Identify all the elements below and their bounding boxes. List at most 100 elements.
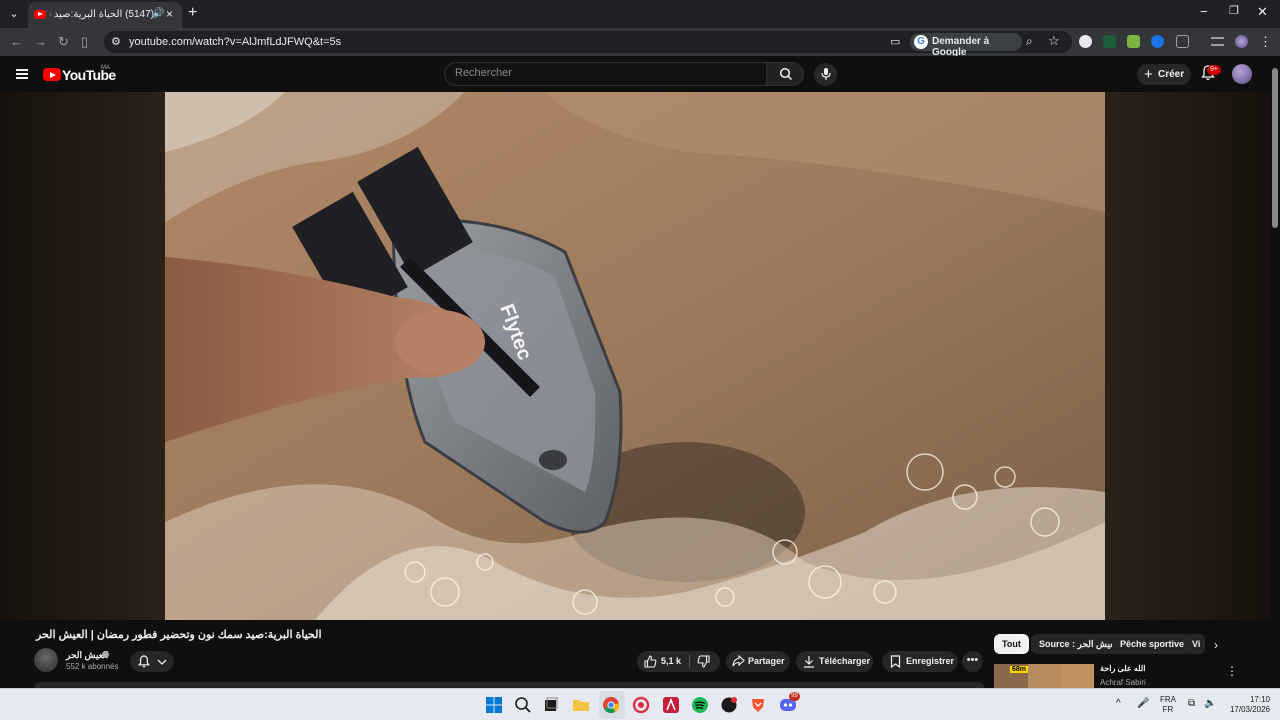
minimize-button[interactable]: − [1200, 4, 1208, 19]
plus-icon: + [1144, 66, 1153, 83]
reading-list-icon[interactable] [1211, 37, 1224, 46]
channel-avatar[interactable] [34, 648, 58, 672]
microphone-tray-icon[interactable]: 🎤 [1137, 698, 1149, 709]
opera-gx-icon[interactable] [631, 695, 651, 715]
app-black-circle-icon[interactable] [719, 695, 739, 715]
like-dislike-group: 5,1 k [637, 651, 720, 672]
video-player[interactable]: Flytec [0, 92, 1270, 620]
download-button[interactable]: Télécharger [796, 651, 873, 672]
window-close-button[interactable]: ✕ [1257, 4, 1268, 20]
country-code: MA [101, 65, 110, 71]
profile-avatar-icon[interactable] [1235, 35, 1248, 48]
save-button[interactable]: Enregistrer [882, 651, 958, 672]
input-language-indicator[interactable]: FRA FR [1160, 695, 1176, 715]
extension-icon[interactable] [1151, 35, 1164, 48]
network-icon[interactable]: ⧉ [1188, 698, 1195, 709]
address-url[interactable]: youtube.com/watch?v=AlJmfLdJFWQ&t=5s [129, 36, 341, 48]
back-arrow-icon[interactable]: ← [10, 34, 23, 49]
search-input[interactable] [455, 67, 755, 79]
chrome-icon[interactable] [601, 695, 621, 715]
bookmark-icon [890, 655, 901, 668]
app-a-icon[interactable] [661, 695, 681, 715]
chevron-right-icon[interactable]: › [1214, 638, 1218, 652]
share-arrow-icon [732, 655, 745, 667]
discord-badge: 99 [789, 692, 800, 701]
search-box [444, 62, 766, 86]
extension-icon[interactable] [1103, 35, 1116, 48]
create-label: Créer [1158, 69, 1185, 80]
hamburger-menu-icon[interactable] [16, 69, 28, 79]
browser-tab-youtube[interactable]: (5147) الحياة البرية:صيد سمك 🔊 × [28, 2, 182, 28]
recommended-video-title[interactable]: الله على راحة [1100, 664, 1145, 673]
install-app-icon[interactable]: ▭ [890, 35, 900, 48]
zoom-icon[interactable]: ⌕ [1026, 34, 1033, 49]
search-icon[interactable] [513, 695, 533, 715]
account-avatar[interactable] [1232, 64, 1252, 84]
new-tab-button[interactable]: + [188, 4, 197, 22]
forward-arrow-icon[interactable]: → [34, 34, 47, 49]
share-label: Partager [748, 656, 785, 666]
task-view-icon[interactable] [541, 695, 561, 715]
chip-sport-fishing[interactable]: Pêche sportive [1112, 634, 1193, 654]
bookmark-star-icon[interactable]: ☆ [1048, 33, 1060, 49]
clock-time: 17:10 [1249, 695, 1270, 704]
extension-icon[interactable] [1079, 35, 1092, 48]
share-button[interactable]: Partager [726, 651, 790, 672]
recommended-video-channel[interactable]: Achraf Sabiri [1100, 678, 1146, 687]
tab-search-icon[interactable]: ⌄ [6, 6, 22, 22]
reload-icon[interactable]: ↻ [58, 34, 69, 50]
ask-google-label: Demander à Google [932, 36, 990, 58]
more-actions-icon[interactable]: ••• [962, 651, 983, 672]
chip-truncated[interactable]: Vi [1187, 634, 1205, 654]
thumb-face [1028, 664, 1061, 688]
youtube-header: YouTube MA + Créer 9+ [0, 56, 1280, 92]
subscribed-notification-button[interactable] [130, 651, 174, 672]
thumbs-down-icon[interactable] [697, 655, 710, 668]
youtube-logo-icon[interactable] [43, 68, 61, 81]
restore-button[interactable]: ❐ [1229, 4, 1239, 17]
clock-date: 17/03/2026 [1229, 705, 1270, 714]
like-count[interactable]: 5,1 k [661, 656, 681, 666]
brave-icon[interactable] [748, 695, 768, 715]
file-explorer-icon[interactable] [571, 695, 591, 715]
download-label: Télécharger [819, 656, 871, 666]
system-clock[interactable]: 17:10 17/03/2026 [1226, 695, 1270, 715]
google-lens-icon: G [914, 35, 928, 49]
ask-google-button[interactable]: G Demander à Google [910, 33, 1022, 58]
show-hidden-icons-chevron-icon[interactable]: ^ [1116, 698, 1121, 709]
scrollbar-thumb[interactable] [1272, 68, 1278, 228]
side-panel-icon[interactable]: ▯ [81, 34, 88, 50]
speaker-icon[interactable]: 🔊 [152, 8, 164, 19]
recommended-video-thumbnail[interactable]: 68m [994, 664, 1094, 688]
chevron-down-icon [157, 659, 167, 665]
save-label: Enregistrer [906, 656, 955, 666]
download-icon [804, 656, 814, 668]
thumbs-up-icon[interactable] [644, 655, 657, 668]
kebab-menu-icon[interactable]: ⋮ [1226, 664, 1238, 678]
voice-search-button[interactable] [814, 63, 837, 86]
thumb-badge: 68m [1010, 666, 1029, 673]
address-bar[interactable]: ⚙ youtube.com/watch?v=AlJmfLdJFWQ&t=5s ▭… [104, 31, 1072, 58]
chip-all[interactable]: Tout [994, 634, 1029, 654]
tab-title: (5147) الحياة البرية:صيد سمك [50, 9, 154, 20]
search-button[interactable] [766, 62, 804, 86]
page-scrollbar[interactable] [1270, 56, 1280, 688]
video-frame-image: Flytec [165, 92, 1105, 620]
pill-divider [689, 655, 690, 668]
spotify-icon[interactable] [690, 695, 710, 715]
verified-icon [102, 651, 109, 658]
lang-code: FRA [1160, 695, 1176, 704]
microphone-icon [821, 68, 831, 80]
site-info-icon[interactable]: ⚙ [111, 35, 121, 48]
puzzle-extensions-icon[interactable] [1176, 35, 1189, 48]
video-title: الحياة البرية:صيد سمك نون وتحضير فطور رم… [36, 629, 322, 641]
thumb-face [1061, 664, 1094, 688]
windows-taskbar: 99 ^ 🎤 FRA FR ⧉ 🔈 17:10 17/03/2026 [0, 688, 1280, 720]
windows-start-icon[interactable] [484, 695, 504, 715]
menu-kebab-icon[interactable]: ⋮ [1259, 34, 1272, 50]
volume-icon[interactable]: 🔈 [1204, 698, 1216, 709]
create-button[interactable]: + Créer [1137, 64, 1191, 85]
video-frame[interactable]: Flytec [165, 92, 1105, 620]
extension-icon[interactable] [1127, 35, 1140, 48]
tab-close-icon[interactable]: × [166, 7, 173, 21]
